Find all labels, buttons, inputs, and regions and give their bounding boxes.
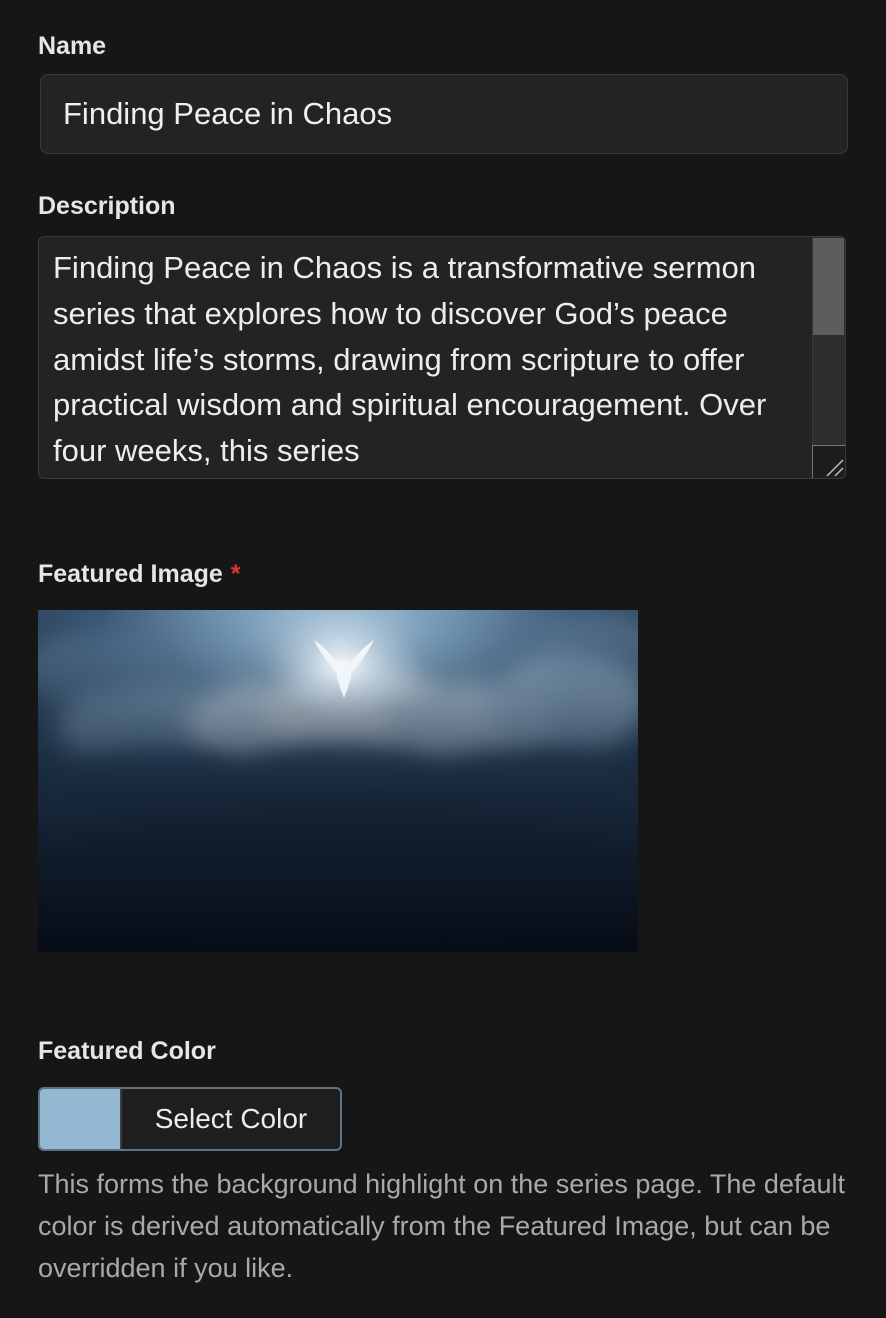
required-indicator: * bbox=[230, 560, 241, 588]
color-swatch[interactable] bbox=[40, 1089, 122, 1149]
name-label: Name bbox=[38, 32, 107, 60]
featured-color-label: Featured Color bbox=[38, 1037, 216, 1065]
featured-image[interactable] bbox=[38, 610, 638, 952]
description-textarea[interactable]: Finding Peace in Chaos is a transformati… bbox=[38, 236, 846, 479]
description-scrollbar[interactable] bbox=[812, 237, 845, 478]
description-label: Description bbox=[38, 192, 176, 220]
series-form: Name Description Finding Peace in Chaos … bbox=[0, 0, 886, 1318]
resize-grip-icon bbox=[826, 459, 844, 477]
name-input[interactable] bbox=[40, 74, 848, 154]
resize-handle[interactable] bbox=[812, 445, 845, 478]
cloud-dove-image bbox=[38, 610, 638, 952]
select-color-button[interactable]: Select Color bbox=[38, 1087, 342, 1151]
description-text[interactable]: Finding Peace in Chaos is a transformati… bbox=[39, 237, 812, 478]
scrollbar-thumb[interactable] bbox=[813, 238, 844, 335]
featured-image-label: Featured Image * bbox=[38, 559, 241, 589]
featured-color-help-text: This forms the background highlight on t… bbox=[38, 1169, 845, 1283]
featured-image-label-text: Featured Image bbox=[38, 560, 223, 588]
select-color-label: Select Color bbox=[154, 1103, 308, 1134]
